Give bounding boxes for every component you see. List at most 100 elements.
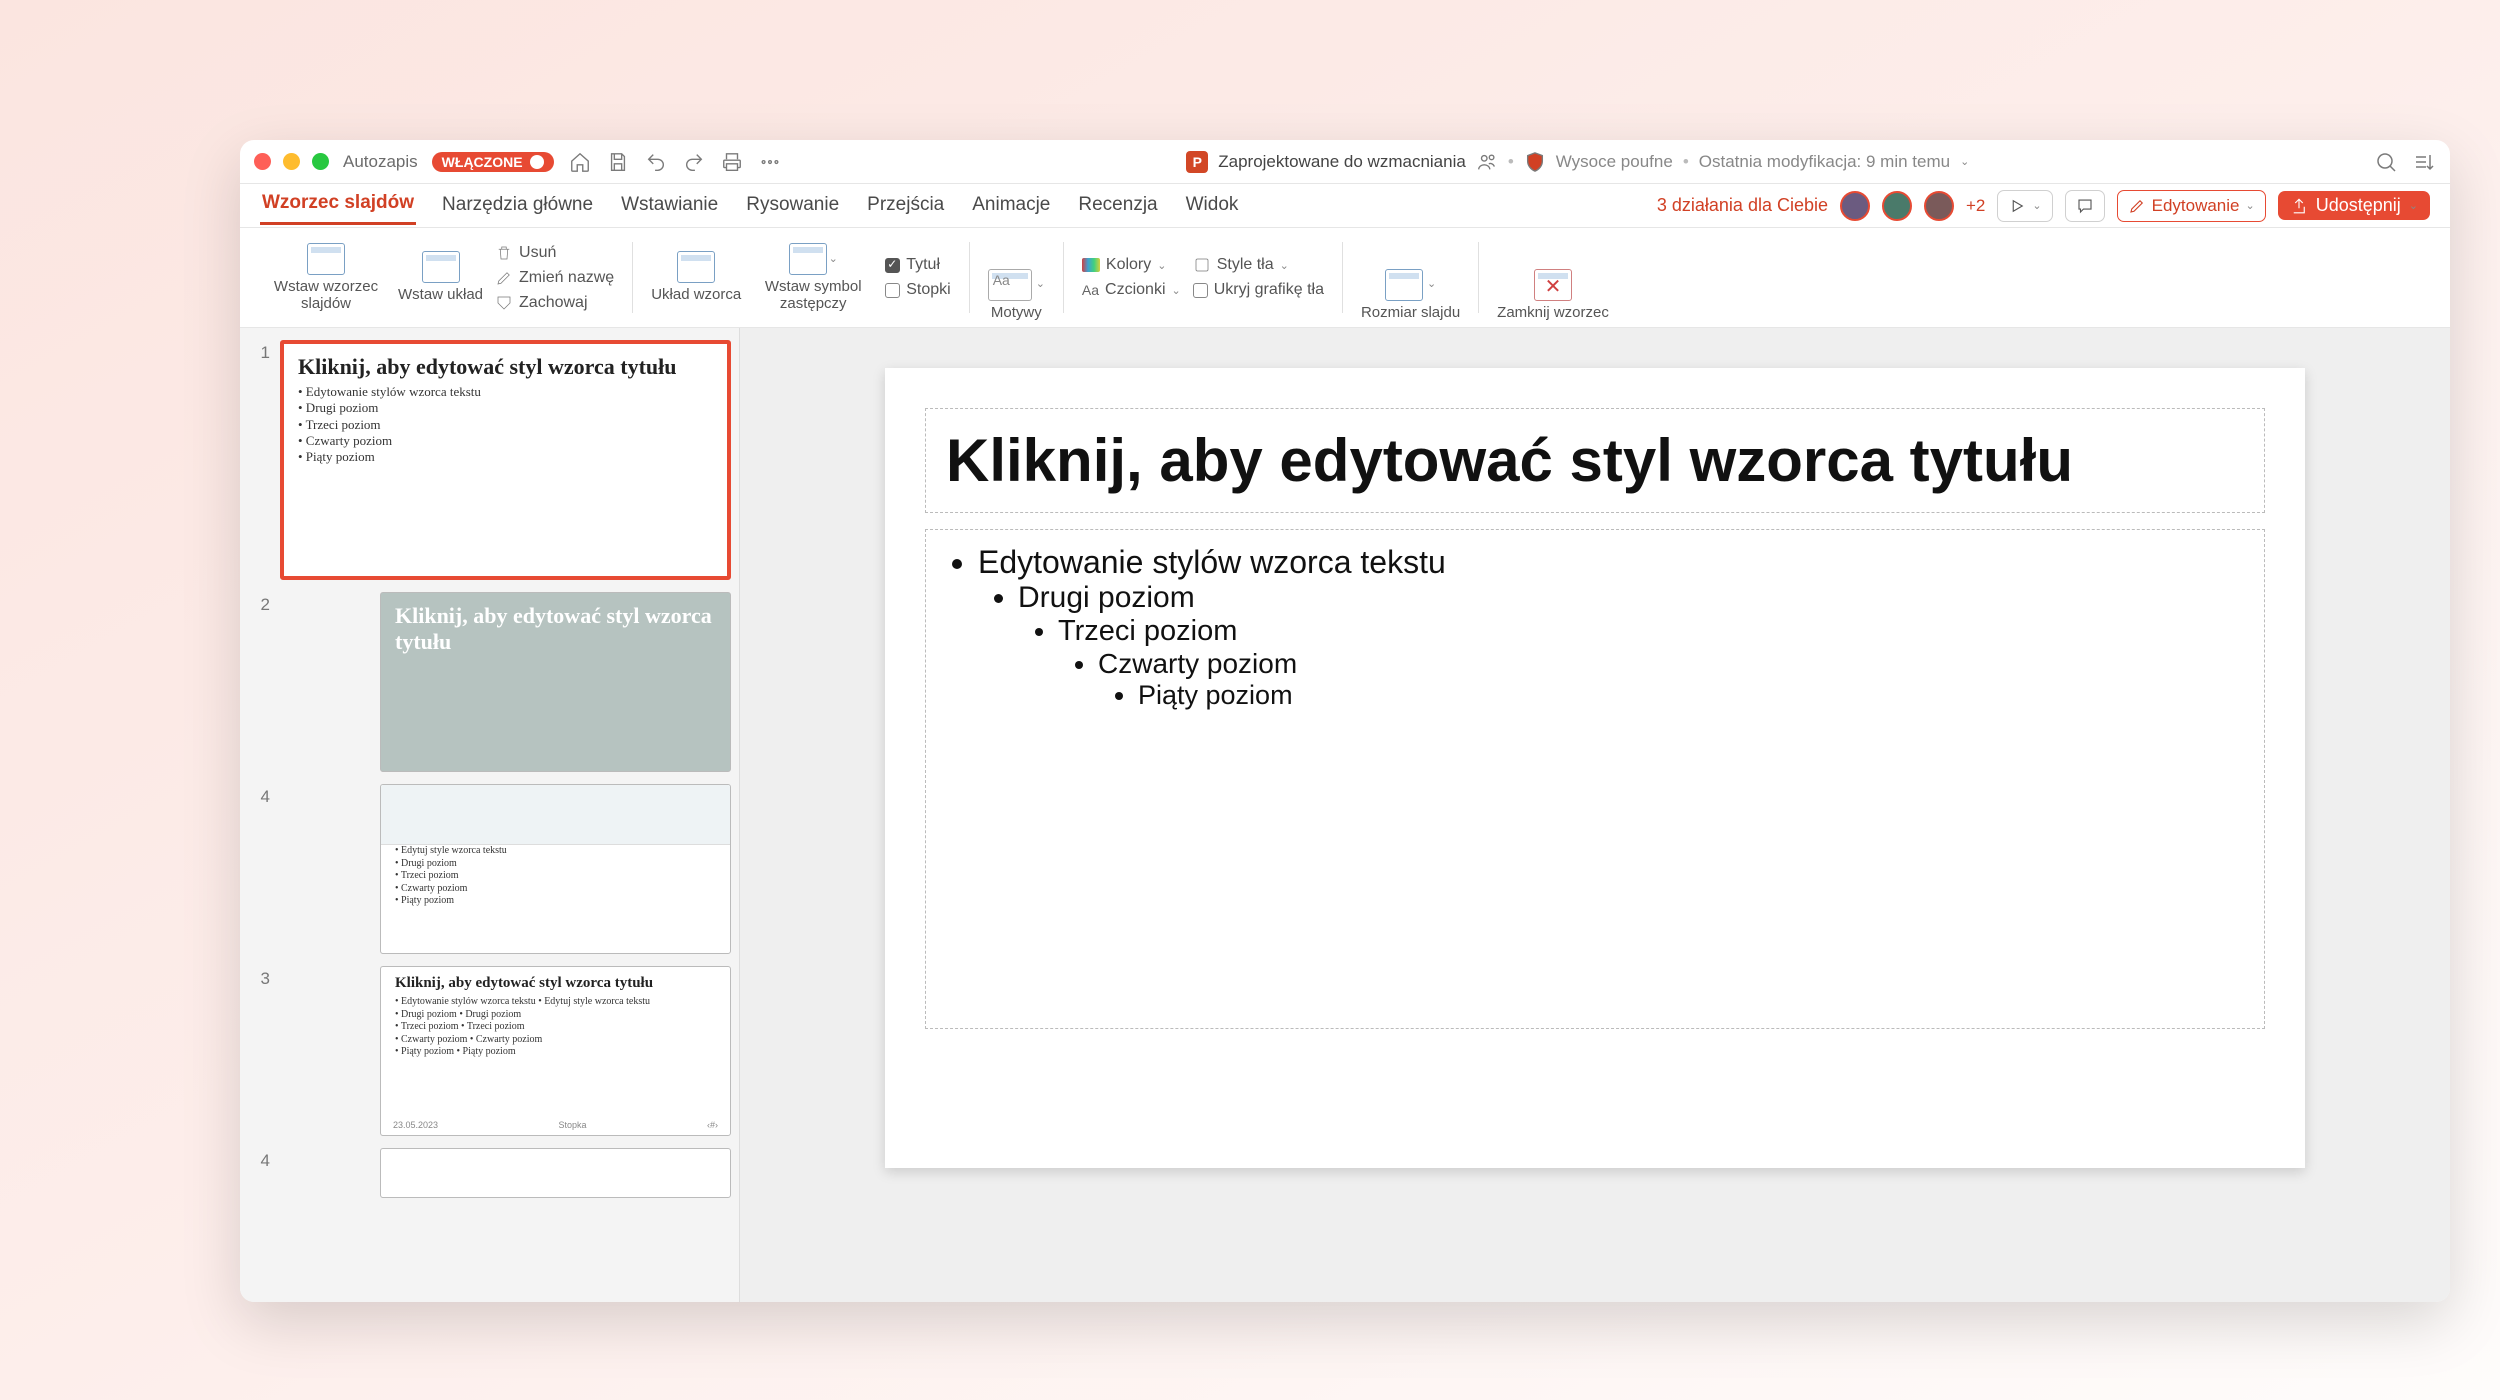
bg-styles-button[interactable]: Style tła⌄	[1193, 256, 1324, 274]
last-modified-label[interactable]: Ostatnia modyfikacja: 9 min temu	[1699, 152, 1950, 172]
slide-thumbnail[interactable]	[380, 1148, 731, 1198]
tab-draw[interactable]: Rysowanie	[744, 188, 841, 224]
people-icon[interactable]	[1476, 151, 1498, 173]
master-layout-button[interactable]: Układ wzorca	[651, 251, 741, 304]
editor-body: 1 Kliknij, aby edytować styl wzorca tytuł…	[240, 328, 2450, 1302]
redo-icon[interactable]	[682, 151, 706, 173]
text-level-1: Edytowanie stylów wzorca tekstu	[978, 544, 2242, 581]
slide-thumbnail[interactable]: • Edytuj style wzorca tekstu • Drugi poz…	[380, 784, 731, 954]
text-level-4: Czwarty poziom	[1098, 648, 2242, 680]
sensitivity-label: Wysoce poufne	[1556, 152, 1673, 172]
btn-label: Zamknij wzorzec	[1497, 305, 1609, 322]
search-icon[interactable]	[2374, 150, 2398, 174]
autosave-state-text: WŁĄCZONE	[442, 154, 523, 170]
tab-home[interactable]: Narzędzia główne	[440, 188, 595, 224]
insert-layout-button[interactable]: Wstaw układ	[398, 251, 483, 304]
title-center: P Zaprojektowane do wzmacniania • Wysoce…	[796, 151, 2360, 173]
save-icon[interactable]	[606, 151, 630, 173]
btn-label: Czcionki	[1105, 281, 1165, 299]
btn-label: Układ wzorca	[651, 287, 741, 304]
thumb-title: Kliknij, aby edytować styl wzorca tytułu	[381, 967, 730, 996]
chk-label: Stopki	[906, 281, 950, 299]
slide-thumbnail[interactable]: Kliknij, aby edytować styl wzorca tytułu…	[280, 340, 731, 580]
avatar[interactable]	[1924, 191, 1954, 221]
avatar[interactable]	[1840, 191, 1870, 221]
close-master-button[interactable]: Zamknij wzorzec	[1497, 269, 1609, 322]
btn-label: Rozmiar slajdu	[1361, 305, 1460, 322]
home-icon[interactable]	[568, 151, 592, 173]
ribbon-tabs: Wzorzec slajdów Narzędzia główne Wstawia…	[240, 184, 2450, 228]
thumb-number: 4	[248, 1148, 270, 1171]
print-icon[interactable]	[720, 151, 744, 173]
title-placeholder[interactable]: Kliknij, aby edytować styl wzorca tytułu	[925, 408, 2265, 513]
btn-label: Wstaw wzorzec slajdów	[266, 279, 386, 312]
thumb-number: 3	[248, 966, 270, 989]
slide-master[interactable]: Kliknij, aby edytować styl wzorca tytułu…	[885, 368, 2305, 1168]
btn-label: Kolory	[1106, 256, 1151, 274]
tab-view[interactable]: Widok	[1184, 188, 1241, 224]
tab-animations[interactable]: Animacje	[970, 188, 1052, 224]
hide-bg-checkbox[interactable]: Ukryj grafikę tła	[1193, 281, 1324, 299]
btn-label: Usuń	[519, 244, 556, 262]
btn-label: Style tła	[1217, 256, 1274, 274]
share-label: Udostępnij	[2316, 195, 2401, 216]
more-collaborators[interactable]: +2	[1966, 196, 1985, 216]
maximize-window-icon[interactable]	[312, 153, 329, 170]
thumb-number: 4	[248, 784, 270, 807]
titlebar-right	[2374, 150, 2436, 174]
slide-thumbnail[interactable]: Kliknij, aby edytować styl wzorca tytułu	[380, 592, 731, 772]
colors-button[interactable]: Kolory⌄	[1082, 256, 1181, 274]
titlebar: Autozapis WŁĄCZONE P Zaprojektowane do w…	[240, 140, 2450, 184]
thumb-number: 2	[248, 592, 270, 615]
preserve-button[interactable]: Zachowaj	[495, 294, 614, 312]
avatar[interactable]	[1882, 191, 1912, 221]
actions-for-you-link[interactable]: 3 działania dla Ciebie	[1657, 195, 1828, 216]
slide-canvas: Kliknij, aby edytować styl wzorca tytułu…	[740, 328, 2450, 1302]
thumb-body: • Edytowanie stylów wzorca tekstu • Drug…	[284, 384, 727, 475]
more-icon[interactable]	[758, 151, 782, 173]
tab-slide-master[interactable]: Wzorzec slajdów	[260, 186, 416, 225]
title-checkbox[interactable]: Tytuł	[885, 256, 950, 274]
thumbnail-pane[interactable]: 1 Kliknij, aby edytować styl wzorca tytuł…	[240, 328, 740, 1302]
rename-button[interactable]: Zmień nazwę	[495, 269, 614, 287]
autosave-toggle[interactable]: WŁĄCZONE	[432, 152, 554, 172]
thumb-footer: 23.05.2023Stopka‹#›	[393, 1120, 718, 1130]
insert-slide-master-button[interactable]: Wstaw wzorzec slajdów	[266, 243, 386, 312]
body-placeholder[interactable]: Edytowanie stylów wzorca tekstu Drugi po…	[925, 529, 2265, 1029]
share-button[interactable]: Udostępnij⌄	[2278, 191, 2430, 220]
toggle-knob-icon	[530, 155, 544, 169]
tab-insert[interactable]: Wstawianie	[619, 188, 720, 224]
text-level-5: Piąty poziom	[1138, 680, 2242, 711]
sensitivity-icon	[1524, 151, 1546, 173]
app-window: Autozapis WŁĄCZONE P Zaprojektowane do w…	[240, 140, 2450, 1302]
btn-label: Zachowaj	[519, 294, 587, 312]
insert-placeholder-button[interactable]: ⌄Wstaw symbol zastępczy	[753, 243, 873, 312]
present-button[interactable]: ⌄	[1997, 190, 2052, 222]
tab-review[interactable]: Recenzja	[1076, 188, 1159, 224]
text-level-2: Drugi poziom	[1018, 581, 2242, 615]
themes-button[interactable]: Aa⌄Motywy	[988, 269, 1045, 322]
ribbon-options-icon[interactable]	[2412, 150, 2436, 174]
minimize-window-icon[interactable]	[283, 153, 300, 170]
undo-icon[interactable]	[644, 151, 668, 173]
slide-size-button[interactable]: ⌄Rozmiar slajdu	[1361, 269, 1460, 322]
footers-checkbox[interactable]: Stopki	[885, 281, 950, 299]
slide-thumbnail[interactable]: Kliknij, aby edytować styl wzorca tytułu…	[380, 966, 731, 1136]
editing-mode-button[interactable]: Edytowanie⌄	[2117, 190, 2266, 222]
autosave-label: Autozapis	[343, 152, 418, 172]
tab-transitions[interactable]: Przejścia	[865, 188, 946, 224]
delete-button[interactable]: Usuń	[495, 244, 614, 262]
thumb-number: 1	[248, 340, 270, 363]
powerpoint-logo-icon: P	[1186, 151, 1208, 173]
chevron-down-icon[interactable]: ⌄	[1960, 155, 1969, 168]
btn-label: Wstaw układ	[398, 287, 483, 304]
thumb-title: Kliknij, aby edytować styl wzorca tytułu	[381, 593, 730, 659]
btn-label: Motywy	[991, 305, 1042, 322]
fonts-button[interactable]: AaCzcionki⌄	[1082, 281, 1181, 299]
ribbon: Wstaw wzorzec slajdów Wstaw układ Usuń Z…	[240, 228, 2450, 328]
window-controls	[254, 153, 329, 170]
close-window-icon[interactable]	[254, 153, 271, 170]
comments-button[interactable]	[2065, 190, 2105, 222]
thumb-body: • Edytuj style wzorca tekstu • Drugi poz…	[381, 845, 730, 918]
chk-label: Tytuł	[906, 256, 940, 274]
